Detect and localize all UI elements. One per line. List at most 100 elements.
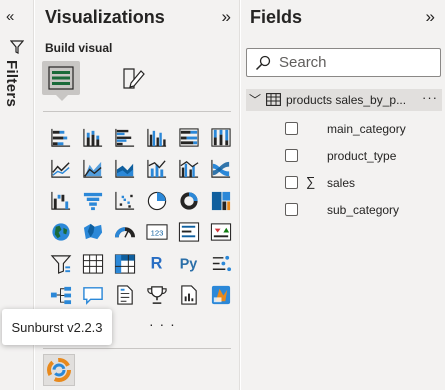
smart-narrative-button[interactable] xyxy=(109,280,141,312)
build-visual-button[interactable] xyxy=(42,61,80,101)
line-and-column-chart-button[interactable] xyxy=(141,154,173,186)
field-name[interactable]: sub_category xyxy=(327,203,399,217)
slicer-button[interactable] xyxy=(45,248,77,280)
100-stacked-bar-chart-icon xyxy=(179,128,199,147)
key-influencers-icon xyxy=(212,255,232,271)
table-button[interactable] xyxy=(77,248,109,280)
sunburst-tooltip: Sunburst v2.2.3 xyxy=(2,309,112,345)
field-name[interactable]: sales xyxy=(327,176,355,190)
clustered-bar-chart-icon xyxy=(115,128,135,147)
metrics-button[interactable] xyxy=(141,280,173,312)
visual-types-grid: 123 R Py xyxy=(45,122,237,311)
treemap-icon xyxy=(211,191,231,210)
field-sales[interactable]: ∑ sales xyxy=(246,172,442,194)
table-icon xyxy=(266,93,281,111)
sunburst-visual-button[interactable] xyxy=(43,354,75,386)
sunburst-icon xyxy=(47,358,71,382)
build-visual-label: Build visual xyxy=(45,41,113,55)
ribbon-chart-button[interactable] xyxy=(205,154,237,186)
stacked-bar-chart-icon xyxy=(51,128,71,147)
area-chart-button[interactable] xyxy=(77,154,109,186)
100-stacked-column-chart-icon xyxy=(211,128,231,147)
svg-text:R: R xyxy=(151,254,163,272)
multi-row-card-icon xyxy=(178,222,200,242)
field-sub-category[interactable]: sub_category xyxy=(246,199,442,221)
field-checkbox[interactable] xyxy=(285,203,298,216)
line-chart-button[interactable] xyxy=(45,154,77,186)
stacked-column-chart-button[interactable] xyxy=(77,122,109,154)
filled-map-button[interactable] xyxy=(77,217,109,249)
line-and-clustered-column-chart-icon xyxy=(179,160,199,178)
field-checkbox[interactable] xyxy=(285,149,298,162)
search-icon xyxy=(255,55,271,76)
format-visual-button[interactable] xyxy=(115,61,153,95)
sigma-icon: ∑ xyxy=(306,174,316,189)
decomposition-tree-icon xyxy=(50,287,72,305)
collapse-fields-icon[interactable]: » xyxy=(426,7,435,27)
field-product-type[interactable]: product_type xyxy=(246,145,442,167)
fields-search-box[interactable]: Search xyxy=(246,48,441,77)
svg-text:123: 123 xyxy=(151,229,164,238)
ribbon-chart-icon xyxy=(211,160,231,178)
field-checkbox[interactable] xyxy=(285,122,298,135)
treemap-button[interactable] xyxy=(205,185,237,217)
qa-button[interactable] xyxy=(77,280,109,312)
stacked-bar-chart-button[interactable] xyxy=(45,122,77,154)
pie-chart-button[interactable] xyxy=(141,185,173,217)
key-influencers-button[interactable] xyxy=(205,248,237,280)
power-apps-icon xyxy=(211,286,231,305)
expand-filters-icon[interactable]: « xyxy=(6,8,14,25)
smart-narrative-icon xyxy=(117,285,133,305)
map-button[interactable] xyxy=(45,217,77,249)
stacked-area-chart-button[interactable] xyxy=(109,154,141,186)
field-checkbox[interactable] xyxy=(285,176,298,189)
waterfall-chart-button[interactable] xyxy=(45,185,77,217)
stacked-column-chart-icon xyxy=(83,128,103,147)
r-script-visual-button[interactable]: R xyxy=(141,248,173,280)
field-name[interactable]: main_category xyxy=(327,122,406,136)
filled-map-icon xyxy=(83,224,103,240)
fields-pane: Fields » Search ﹀ products sales_by_p...… xyxy=(241,0,445,390)
decomposition-tree-button[interactable] xyxy=(45,280,77,312)
filter-icon xyxy=(9,40,25,59)
chevron-down-icon[interactable]: ﹀ xyxy=(249,91,261,108)
divider xyxy=(43,111,231,112)
area-chart-icon xyxy=(83,160,103,178)
card-button[interactable]: 123 xyxy=(141,217,173,249)
build-visual-icon xyxy=(48,66,74,90)
clustered-bar-chart-button[interactable] xyxy=(109,122,141,154)
table-more-options[interactable]: ··· xyxy=(422,90,438,105)
kpi-button[interactable] xyxy=(205,217,237,249)
table-name[interactable]: products sales_by_p... xyxy=(286,93,406,107)
clustered-column-chart-button[interactable] xyxy=(141,122,173,154)
table-node[interactable]: ﹀ products sales_by_p... ··· xyxy=(246,89,442,111)
filters-label[interactable]: Filters xyxy=(3,60,20,107)
100-stacked-column-chart-button[interactable] xyxy=(205,122,237,154)
kpi-icon xyxy=(210,223,232,241)
multi-row-card-button[interactable] xyxy=(173,217,205,249)
collapse-visualizations-icon[interactable]: » xyxy=(222,7,231,27)
100-stacked-bar-chart-button[interactable] xyxy=(173,122,205,154)
visualizations-title: Visualizations xyxy=(45,7,165,27)
card-icon: 123 xyxy=(146,224,168,240)
waterfall-chart-icon xyxy=(51,191,71,210)
funnel-chart-button[interactable] xyxy=(77,185,109,217)
paginated-report-button[interactable] xyxy=(173,280,205,312)
map-icon xyxy=(52,223,70,241)
line-and-clustered-column-chart-button[interactable] xyxy=(173,154,205,186)
power-apps-button[interactable] xyxy=(205,280,237,312)
stacked-area-chart-icon xyxy=(115,160,135,178)
r-script-visual-icon: R xyxy=(151,254,163,272)
more-visuals-button[interactable]: · · · xyxy=(149,316,176,332)
field-name[interactable]: product_type xyxy=(327,149,396,163)
matrix-button[interactable] xyxy=(109,248,141,280)
scatter-chart-icon xyxy=(115,191,135,210)
search-input[interactable]: Search xyxy=(279,54,327,71)
python-visual-button[interactable]: Py xyxy=(173,248,205,280)
donut-chart-button[interactable] xyxy=(173,185,205,217)
scatter-chart-button[interactable] xyxy=(109,185,141,217)
field-main-category[interactable]: main_category xyxy=(246,118,442,140)
matrix-icon xyxy=(114,254,136,274)
donut-chart-icon xyxy=(180,192,198,210)
gauge-button[interactable] xyxy=(109,217,141,249)
